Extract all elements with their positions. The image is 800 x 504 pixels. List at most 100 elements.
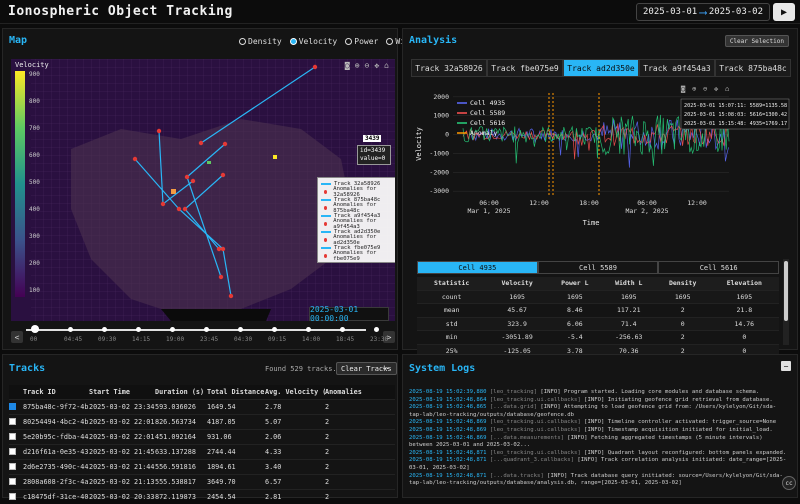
slider-tick-mark[interactable] — [374, 327, 379, 332]
y-tick-label: -2000 — [429, 168, 449, 176]
camera-icon[interactable]: ◙ — [345, 61, 350, 70]
tracks-found-count: Found 529 tracks. — [265, 365, 337, 373]
tracks-header-cell[interactable]: Avg. Velocity (km — [265, 385, 325, 399]
tracks-header-cell[interactable]: Duration (s) — [155, 385, 207, 399]
row-select-cell[interactable] — [9, 428, 23, 444]
tracks-header-cell[interactable]: Total Distance (k — [207, 385, 265, 399]
logs-minimize-button[interactable]: − — [781, 361, 791, 371]
mode-option[interactable]: Velocity — [289, 37, 337, 46]
log-timestamp: 2025-08-19 15:02:48,869 — [409, 426, 487, 433]
tracks-header-cell[interactable] — [9, 385, 23, 399]
colorbar-tick: 400 — [29, 206, 40, 213]
checkbox-icon[interactable] — [9, 478, 16, 485]
radio-icon[interactable] — [345, 38, 353, 45]
stats-header-row: Statistic Velocity Power L Width L Density El… — [417, 277, 779, 290]
legend-entry[interactable]: Anomalies for fbe075e9 — [321, 250, 393, 262]
slider-tick-mark[interactable] — [306, 327, 311, 332]
play-button[interactable]: ▶ — [773, 3, 795, 21]
zoom-out-icon[interactable]: ⊖ — [365, 61, 370, 70]
row-select-cell[interactable] — [9, 398, 23, 414]
legend-entry[interactable]: Anomalies for 32a58926 — [321, 186, 393, 198]
date-range-picker[interactable]: 2025-03-01 ⟶ 2025-03-02 — [636, 3, 770, 21]
zoom-in-icon[interactable]: ⊕ — [355, 61, 360, 70]
row-select-cell[interactable] — [9, 458, 23, 474]
stats-cell: 1695 — [709, 289, 779, 304]
checkbox-icon[interactable] — [9, 493, 16, 501]
slider-tick-mark[interactable] — [136, 327, 141, 332]
log-source: [...quadrant_3.callbacks] — [489, 457, 575, 464]
stats-cell: count — [417, 289, 487, 304]
legend-entry[interactable]: Anomalies for 875ba48c — [321, 202, 393, 214]
slider-tick-mark[interactable] — [170, 327, 175, 332]
slider-tick-mark[interactable] — [34, 327, 39, 332]
slider-prev-button[interactable]: < — [11, 331, 23, 343]
legend-entry[interactable]: Anomalies for ad2d350e — [321, 234, 393, 246]
tab-track[interactable]: Track ad2d350e — [563, 59, 639, 77]
stats-cell: 45.67 — [486, 303, 548, 317]
pan-icon[interactable]: ✥ — [374, 61, 379, 70]
tab-cell[interactable]: Cell 4935 — [417, 261, 538, 274]
table-row[interactable]: 80254494-4bc2-4b 2025-03-02 22:01 826.5637… — [9, 413, 395, 429]
tracks-header-cell[interactable]: Anomalies — [325, 385, 383, 399]
mode-option[interactable]: Density — [239, 37, 282, 46]
tab-track[interactable]: Track 875ba48c — [715, 59, 791, 77]
end-date[interactable]: 2025-03-02 — [709, 7, 763, 17]
stats-cell: -256.63 — [601, 330, 656, 344]
track-tabs: Track 32a58926 Track fbe075e9 Track ad2d35… — [411, 59, 791, 77]
tab-cell[interactable]: Cell 5616 — [658, 261, 780, 274]
velocity-chart[interactable]: ◙ ⊕ ⊖ ✥ ⌂ 2000 1000 0 -1000 -2000 -3000 Velocity 06:… — [411, 83, 791, 251]
log-entry: 2025-08-19 15:02:48,869 [leo_tracking.ui… — [409, 419, 789, 427]
table-row[interactable]: 2d6e2735-490c-44 2025-03-02 21:44 556.5918… — [9, 458, 395, 474]
checkbox-icon[interactable] — [9, 448, 16, 455]
table-row[interactable]: c18475df-31ce-40 2025-03-02 20:33 872.1198… — [9, 488, 395, 504]
checkbox-icon[interactable] — [9, 463, 16, 470]
slider-tick-mark[interactable] — [102, 327, 107, 332]
tracks-title: Tracks — [9, 363, 46, 374]
slider-tick-mark[interactable] — [272, 327, 277, 332]
table-row[interactable]: 5e20b95c-fdba-44 2025-03-02 22:01 451.0921… — [9, 428, 395, 444]
row-select-cell[interactable] — [9, 488, 23, 504]
row-select-cell[interactable] — [9, 443, 23, 459]
pan-icon[interactable]: ✥ — [714, 85, 719, 93]
time-slider-track[interactable] — [26, 329, 366, 331]
checkbox-icon[interactable] — [9, 418, 16, 425]
slider-tick-mark[interactable] — [238, 327, 243, 332]
row-select-cell[interactable] — [9, 413, 23, 429]
tracks-header-cell[interactable]: Track ID — [23, 385, 89, 399]
table-row[interactable]: 2808a608-2f3c-4a 2025-03-02 21:13 555.5388… — [9, 473, 395, 489]
tracks-header-cell[interactable]: Start Time — [89, 385, 155, 399]
x-tick-sublabel: Mar 2, 2025 — [625, 207, 668, 215]
stats-cell: -3051.89 — [486, 330, 548, 344]
checkbox-icon[interactable] — [9, 403, 16, 410]
home-icon[interactable]: ⌂ — [725, 85, 729, 93]
track-anomalies-cell: 2 — [325, 443, 383, 459]
tracks-menu-button[interactable]: … — [383, 362, 388, 372]
start-date[interactable]: 2025-03-01 — [643, 7, 697, 17]
map-canvas[interactable]: Velocity 900 800 700 600 500 400 300 200 100 ◙ ⊕… — [11, 59, 395, 321]
zoom-out-icon[interactable]: ⊖ — [703, 85, 707, 93]
tracks-header-cell[interactable] — [383, 385, 395, 399]
table-row[interactable]: d216f61a-0e35-43 2025-03-02 21:45 633.1372… — [9, 443, 395, 459]
mode-option[interactable]: Power — [345, 37, 378, 46]
slider-tick-mark[interactable] — [68, 327, 73, 332]
tab-cell[interactable]: Cell 5589 — [537, 261, 659, 274]
tab-track[interactable]: Track 32a58926 — [411, 59, 487, 77]
row-select-cell[interactable] — [9, 473, 23, 489]
checkbox-icon[interactable] — [9, 433, 16, 440]
stats-scrollbar[interactable] — [783, 259, 789, 345]
tracks-panel: Tracks Found 529 tracks. Clear Tracks … … — [2, 354, 398, 504]
table-row[interactable]: 875ba48c-9f72-4b 2025-03-02 23:34 593.0360… — [9, 398, 395, 414]
radio-icon[interactable] — [386, 38, 394, 45]
help-fab-button[interactable]: cc — [782, 476, 796, 490]
camera-icon[interactable]: ◙ — [680, 85, 686, 93]
home-icon[interactable]: ⌂ — [384, 61, 389, 70]
zoom-in-icon[interactable]: ⊕ — [692, 85, 697, 93]
slider-tick-mark[interactable] — [204, 327, 209, 332]
radio-icon[interactable] — [289, 38, 297, 45]
slider-tick-mark[interactable] — [340, 327, 345, 332]
tab-track[interactable]: Track fbe075e9 — [487, 59, 563, 77]
radio-icon[interactable] — [239, 38, 246, 45]
clear-selection-button[interactable]: Clear Selection — [724, 35, 789, 47]
legend-entry[interactable]: Anomalies for a9f454a3 — [321, 218, 393, 230]
tab-track[interactable]: Track a9f454a3 — [639, 59, 715, 77]
